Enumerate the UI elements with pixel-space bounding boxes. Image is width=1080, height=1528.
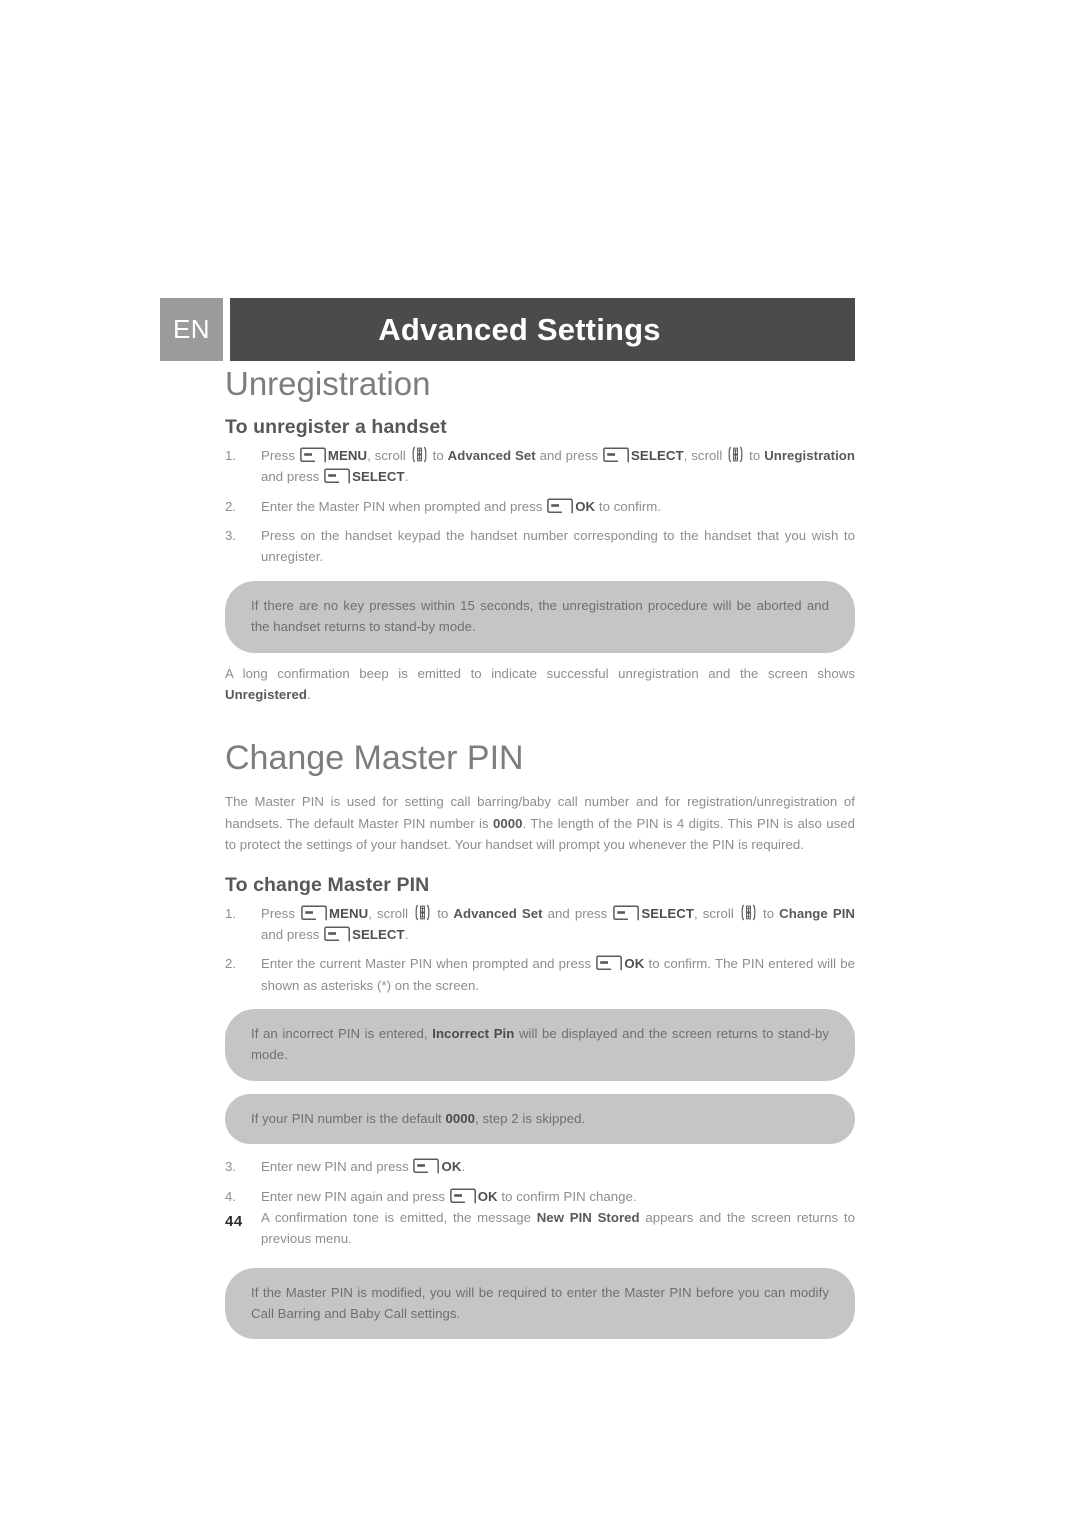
step-number: 2. xyxy=(225,956,237,972)
page-number: 44 xyxy=(225,1213,243,1230)
intro-paragraph-master-pin: The Master PIN is used for setting call … xyxy=(225,794,856,853)
softkey-label: OK xyxy=(575,498,596,514)
softkey-icon xyxy=(449,1187,476,1204)
softkey-label: OK xyxy=(441,1159,462,1175)
softkey-icon xyxy=(547,498,574,514)
step-number: 3. xyxy=(225,528,237,544)
subsection-title-unregister-handset: To unregister a handset xyxy=(225,415,447,438)
step-text: Press on the handset keypad the handset … xyxy=(261,528,855,565)
callout-text: If there are no key presses within 15 se… xyxy=(251,597,829,635)
softkey-icon xyxy=(603,447,629,463)
step-text: Press MENU, scroll to Advanced Set and p… xyxy=(261,446,856,485)
softkey-label: SELECT xyxy=(631,447,684,463)
step-text: Press MENU, scroll to Advanced Set and p… xyxy=(261,904,855,942)
emphasis-term: Advanced Set xyxy=(447,447,536,463)
softkey-icon xyxy=(324,468,351,484)
scroll-icon xyxy=(741,904,756,921)
step-number: 1. xyxy=(225,905,237,921)
steps-list-change-pin-continued: 3. Enter new PIN and press OK. 4. Enter new… xyxy=(225,1156,855,1250)
step-subtext: A confirmation tone is emitted, the mess… xyxy=(261,1209,855,1247)
step-text: Enter the Master PIN when prompted and p… xyxy=(261,498,662,514)
step-item: 1. Press MENU, scroll to Advanced Set and… xyxy=(225,445,855,488)
softkey-label: SELECT xyxy=(641,905,695,921)
softkey-label: MENU xyxy=(329,905,369,921)
step-item: 2. Enter the current Master PIN when prom… xyxy=(225,953,855,996)
callout-note-timeout: If there are no key presses within 15 se… xyxy=(225,580,855,653)
softkey-icon xyxy=(300,447,326,463)
callout-note-incorrect-pin: If an incorrect PIN is entered, Incorrec… xyxy=(225,1009,855,1081)
page-content: Unregistration To unregister a handset 1… xyxy=(225,365,856,1349)
emphasis-term: 0000 xyxy=(493,815,523,831)
softkey-icon xyxy=(596,955,623,971)
scroll-icon xyxy=(728,446,743,463)
step-number: 4. xyxy=(225,1188,237,1204)
scroll-icon xyxy=(412,446,427,463)
softkey-label: SELECT xyxy=(352,469,405,485)
softkey-label: SELECT xyxy=(352,926,405,942)
callout-text: If the Master PIN is modified, you will … xyxy=(251,1284,829,1322)
callout-note-default-pin: If your PIN number is the default 0000, … xyxy=(225,1093,855,1145)
section-title-unregistration: Unregistration xyxy=(225,365,431,402)
steps-list-unregister: 1. Press MENU, scroll to Advanced Set and… xyxy=(225,445,855,568)
step-item: 3. Press on the handset keypad the handse… xyxy=(225,525,855,568)
emphasis-term: New PIN Stored xyxy=(536,1209,640,1225)
step-number: 2. xyxy=(225,498,237,514)
step-item: 4. Enter new PIN again and press OK to co… xyxy=(225,1186,855,1250)
emphasis-term: Unregistered xyxy=(225,686,307,702)
emphasis-term: 0000 xyxy=(445,1110,476,1126)
emphasis-term: Incorrect Pin xyxy=(432,1026,515,1042)
step-number: 3. xyxy=(225,1159,237,1175)
chapter-title: Advanced Settings xyxy=(230,298,855,361)
step-number: 1. xyxy=(225,447,237,463)
callout-text: If your PIN number is the default 0000, … xyxy=(251,1110,586,1126)
softkey-label: OK xyxy=(477,1188,498,1204)
softkey-icon xyxy=(413,1158,440,1174)
softkey-icon xyxy=(324,926,351,942)
subsection-title-change-master-pin: To change Master PIN xyxy=(225,873,430,896)
softkey-icon xyxy=(613,904,640,921)
step-text: Enter new PIN again and press OK to conf… xyxy=(261,1187,637,1204)
header-divider xyxy=(223,298,230,361)
step-text: Enter new PIN and press OK. xyxy=(261,1158,466,1175)
step-item: 3. Enter new PIN and press OK. xyxy=(225,1156,855,1177)
softkey-label: MENU xyxy=(327,447,368,463)
document-page: EN Advanced Settings Unregistration To u… xyxy=(0,0,1080,1528)
scroll-icon xyxy=(415,904,430,921)
language-tab: EN xyxy=(160,298,223,361)
emphasis-term: Unregistration xyxy=(764,447,856,463)
step-text: Enter the current Master PIN when prompt… xyxy=(261,955,855,993)
callout-text: If an incorrect PIN is entered, Incorrec… xyxy=(251,1026,830,1063)
softkey-label: OK xyxy=(624,956,645,972)
emphasis-term: Change PIN xyxy=(779,905,855,921)
step-item: 2. Enter the Master PIN when prompted and… xyxy=(225,496,855,517)
callout-note-master-pin-modified: If the Master PIN is modified, you will … xyxy=(225,1267,855,1340)
note-unregistered-confirmation: A long confirmation beep is emitted to i… xyxy=(225,665,855,702)
page-header: EN Advanced Settings xyxy=(160,298,855,361)
step-item: 1. Press MENU, scroll to Advanced Set and… xyxy=(225,903,855,946)
steps-list-change-pin: 1. Press MENU, scroll to Advanced Set and… xyxy=(225,903,855,997)
softkey-icon xyxy=(301,904,327,921)
section-title-change-master-pin: Change Master PIN xyxy=(225,739,524,778)
emphasis-term: Advanced Set xyxy=(453,905,543,921)
